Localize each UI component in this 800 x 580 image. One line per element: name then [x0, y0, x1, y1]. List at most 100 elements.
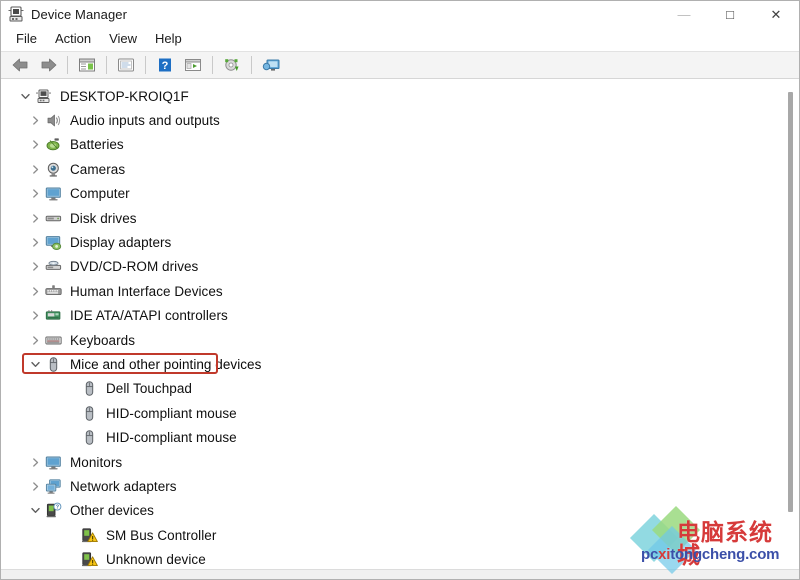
- toolbar: ?: [1, 51, 799, 79]
- monitor-icon: [43, 184, 63, 204]
- tree-item[interactable]: DESKTOP-KROIQ1F: [1, 84, 799, 108]
- tree-item[interactable]: Keyboards: [1, 328, 799, 352]
- toolbar-separator-3: [145, 56, 146, 74]
- tree-item[interactable]: SM Bus Controller: [1, 523, 799, 547]
- chevron-down-icon[interactable]: [17, 84, 33, 108]
- tree-item[interactable]: HID-compliant mouse: [1, 401, 799, 425]
- chevron-none-icon: [63, 377, 79, 401]
- tree-item-label: IDE ATA/ATAPI controllers: [70, 308, 228, 324]
- back-arrow-icon[interactable]: [7, 53, 33, 77]
- tree-item-label: Dell Touchpad: [106, 381, 192, 397]
- chevron-right-icon[interactable]: [27, 206, 43, 230]
- close-button[interactable]: ✕: [753, 1, 799, 27]
- menu-item-action[interactable]: Action: [46, 29, 100, 48]
- tree-item-label: Network adapters: [70, 478, 177, 494]
- svg-text:?: ?: [162, 60, 169, 72]
- chevron-down-icon[interactable]: [27, 499, 43, 523]
- tree-item-label: Display adapters: [70, 235, 172, 251]
- tree-item-label: DVD/CD-ROM drives: [70, 259, 199, 275]
- vertical-scrollbar[interactable]: [784, 80, 798, 569]
- chevron-down-icon[interactable]: [27, 352, 43, 376]
- tree-item[interactable]: Network adapters: [1, 474, 799, 498]
- device-tree-pane[interactable]: DESKTOP-KROIQ1F Audio inputs and outputs B…: [1, 80, 799, 569]
- help-icon[interactable]: ?: [152, 53, 178, 77]
- tree-item[interactable]: IDE ATA/ATAPI controllers: [1, 304, 799, 328]
- chevron-right-icon[interactable]: [27, 182, 43, 206]
- chevron-right-icon[interactable]: [27, 304, 43, 328]
- display-adapter-icon: [43, 233, 63, 253]
- svg-text:?: ?: [55, 505, 58, 511]
- optical-drive-icon: [43, 257, 63, 277]
- tree-item-label: SM Bus Controller: [106, 527, 217, 543]
- unknown-device-icon: ?: [43, 501, 63, 521]
- device-manager-icon: [7, 5, 25, 23]
- tree-item[interactable]: Computer: [1, 182, 799, 206]
- chevron-right-icon[interactable]: [27, 450, 43, 474]
- chevron-right-icon[interactable]: [27, 109, 43, 133]
- scrollbar-thumb[interactable]: [788, 92, 793, 512]
- tree-item[interactable]: Disk drives: [1, 206, 799, 230]
- mouse-icon: [43, 354, 63, 374]
- chevron-right-icon[interactable]: [27, 255, 43, 279]
- tree-item[interactable]: DVD/CD-ROM drives: [1, 255, 799, 279]
- update-driver-icon[interactable]: [180, 53, 206, 77]
- tree-item[interactable]: Display adapters: [1, 230, 799, 254]
- tree-item-label: Other devices: [70, 503, 154, 519]
- tree-item-label: Human Interface Devices: [70, 283, 223, 299]
- mouse-icon: [79, 403, 99, 423]
- tree-item[interactable]: Audio inputs and outputs: [1, 108, 799, 132]
- chevron-right-icon[interactable]: [27, 157, 43, 181]
- toolbar-separator-1: [67, 56, 68, 74]
- maximize-button[interactable]: □: [707, 1, 753, 27]
- chevron-none-icon: [63, 523, 79, 547]
- mouse-icon: [79, 379, 99, 399]
- scan-hardware-changes-icon[interactable]: [219, 53, 245, 77]
- speaker-icon: [43, 111, 63, 131]
- tree-item-label: Computer: [70, 186, 130, 202]
- tree-item-label: Batteries: [70, 137, 124, 153]
- properties-icon[interactable]: [113, 53, 139, 77]
- chevron-none-icon: [63, 548, 79, 569]
- tree-item[interactable]: Cameras: [1, 157, 799, 181]
- status-bar: [1, 569, 799, 579]
- tree-item-label: Disk drives: [70, 210, 137, 226]
- tree-item-label: Cameras: [70, 161, 126, 177]
- menu-item-help[interactable]: Help: [146, 29, 191, 48]
- monitor-icon: [43, 452, 63, 472]
- menu-item-file[interactable]: File: [7, 29, 46, 48]
- tree-item-label: HID-compliant mouse: [106, 430, 237, 446]
- tree-item[interactable]: Dell Touchpad: [1, 377, 799, 401]
- show-hide-console-tree-icon[interactable]: [74, 53, 100, 77]
- remote-computer-icon[interactable]: [258, 53, 284, 77]
- tree-item-label: HID-compliant mouse: [106, 405, 237, 421]
- chevron-right-icon[interactable]: [27, 474, 43, 498]
- chevron-none-icon: [63, 426, 79, 450]
- disk-drive-icon: [43, 208, 63, 228]
- window-title: Device Manager: [31, 6, 128, 22]
- chevron-right-icon[interactable]: [27, 328, 43, 352]
- minimize-button[interactable]: —: [661, 1, 707, 27]
- device-manager-window: Device Manager — □ ✕ File Action View He…: [0, 0, 800, 580]
- tree-item-label: Keyboards: [70, 332, 135, 348]
- tree-item[interactable]: Batteries: [1, 133, 799, 157]
- chevron-none-icon: [63, 401, 79, 425]
- battery-icon: [43, 135, 63, 155]
- tree-item-label: Monitors: [70, 454, 123, 470]
- computer-root-icon: [33, 86, 53, 106]
- menu-item-view[interactable]: View: [100, 29, 146, 48]
- device-tree: DESKTOP-KROIQ1F Audio inputs and outputs B…: [1, 80, 799, 569]
- tree-item[interactable]: Human Interface Devices: [1, 279, 799, 303]
- tree-item[interactable]: Unknown device: [1, 547, 799, 569]
- toolbar-separator-2: [106, 56, 107, 74]
- chevron-right-icon[interactable]: [27, 279, 43, 303]
- chevron-right-icon[interactable]: [27, 231, 43, 255]
- toolbar-separator-5: [251, 56, 252, 74]
- tree-item[interactable]: Monitors: [1, 450, 799, 474]
- mouse-icon: [79, 428, 99, 448]
- tree-item[interactable]: Mice and other pointing devices: [1, 352, 799, 376]
- tree-item[interactable]: HID-compliant mouse: [1, 425, 799, 449]
- chevron-right-icon[interactable]: [27, 133, 43, 157]
- warning-device-icon: [79, 525, 99, 545]
- tree-item[interactable]: ? Other devices: [1, 499, 799, 523]
- forward-arrow-icon[interactable]: [35, 53, 61, 77]
